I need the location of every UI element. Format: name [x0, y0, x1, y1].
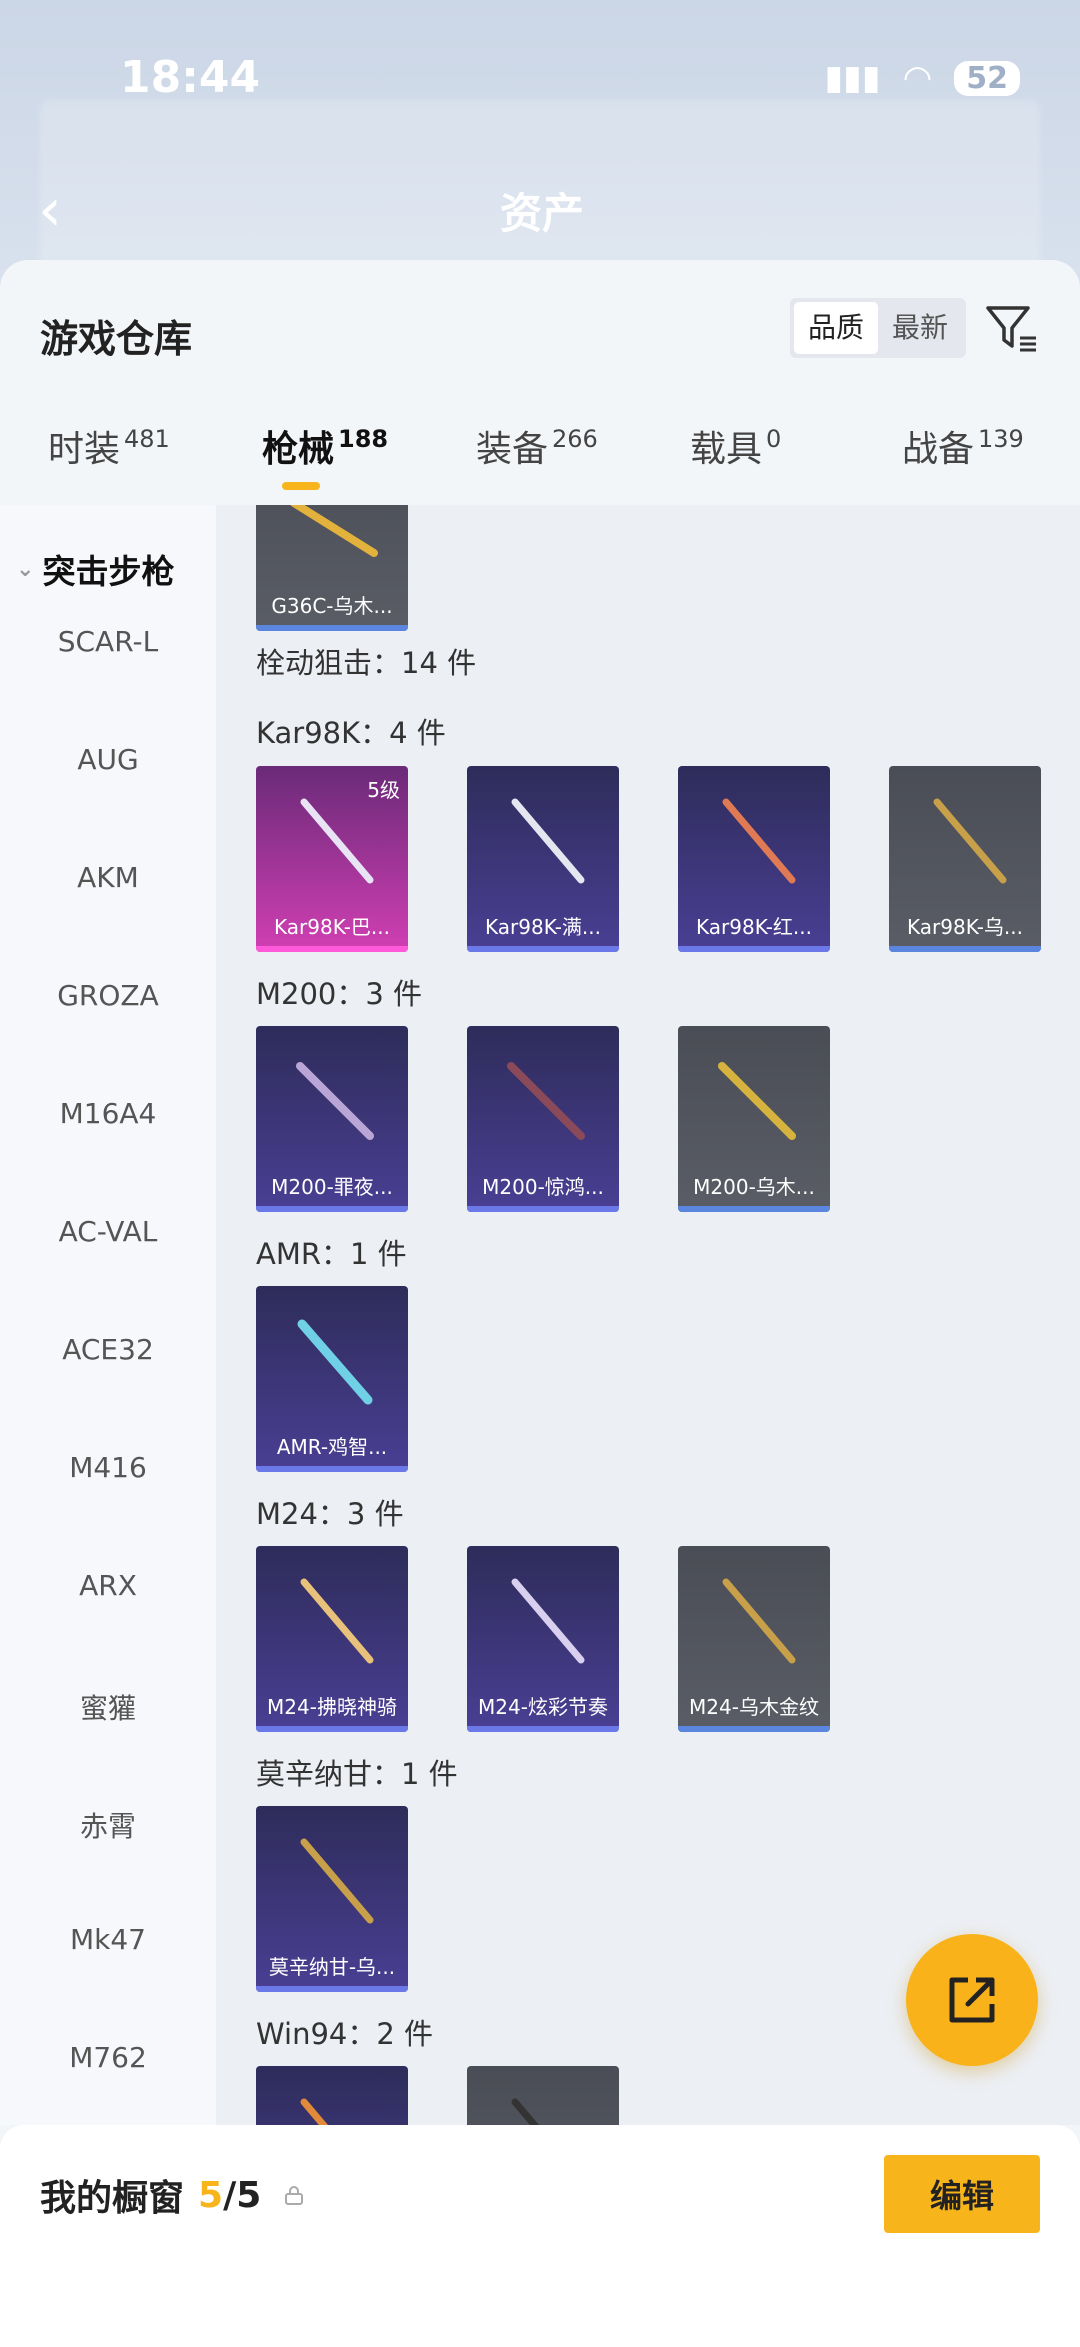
sniper-rifle-icon [296, 1062, 374, 1140]
external-link-icon [949, 1977, 995, 2023]
sniper-rifle-icon [722, 798, 796, 884]
weapon-grid: G36C-乌木... 栓动狙击：14 件 Kar98K：4 件 5级 Kar98… [216, 505, 1080, 2125]
background-header: 18:44 ▮▮▮ ◠ 52 ‹ 资产 [0, 0, 1080, 300]
weapon-card[interactable] [256, 2066, 408, 2125]
showcase-total-count: /5 [223, 2174, 262, 2216]
weapon-card[interactable]: M24-乌木金纹 [678, 1546, 830, 1732]
section-title: Kar98K：4 件 [256, 716, 446, 750]
back-arrow-icon[interactable]: ‹ [38, 175, 62, 245]
edit-button[interactable]: 编辑 [884, 2155, 1040, 2233]
share-fab-button[interactable] [906, 1934, 1038, 2066]
showcase-label: 我的橱窗 5 /5 [40, 2169, 305, 2221]
sniper-rifle-icon [300, 1578, 374, 1664]
weapon-card[interactable]: G36C-乌木... [256, 505, 408, 631]
sort-toggle: 品质 最新 [790, 298, 967, 358]
wifi-icon: ◠ [902, 58, 933, 98]
weapon-card[interactable] [467, 2066, 619, 2125]
weapon-card[interactable]: AMR-鸡智... [256, 1286, 408, 1472]
tab-supplies[interactable]: 战备 139 [902, 420, 1024, 472]
sidebar-item[interactable]: Mk47 [0, 1923, 216, 1956]
weapon-card[interactable]: M24-炫彩节奏 [467, 1546, 619, 1732]
background-title: 资产 [500, 189, 585, 238]
status-icons: ▮▮▮ ◠ 52 [824, 58, 1020, 98]
showcase-title: 我的橱窗 [40, 2178, 185, 2219]
weapon-card[interactable]: 莫辛纳甘-乌... [256, 1806, 408, 1992]
sniper-rifle-icon [722, 1578, 796, 1664]
lock-icon [285, 2186, 304, 2205]
sidebar-item[interactable]: M16A4 [0, 1097, 216, 1130]
weapon-type-sidebar: ⌄ 突击步枪 SCAR-L AUG AKM GROZA M16A4 AC-VAL… [0, 505, 216, 2125]
sidebar-item[interactable]: 赤霄 [0, 1805, 216, 1845]
sheet-title: 游戏仓库 [40, 317, 193, 361]
tab-fashion[interactable]: 时装 481 [48, 420, 170, 472]
battery-icon: 52 [954, 60, 1020, 96]
sniper-rifle-icon [300, 798, 374, 884]
showcase-bar: 我的橱窗 5 /5 编辑 [0, 2125, 1080, 2347]
weapon-card[interactable]: 5级 Kar98K-巴... [256, 766, 408, 952]
filter-icon[interactable] [984, 300, 1040, 356]
tab-equipment[interactable]: 装备 266 [476, 420, 598, 472]
tab-guns[interactable]: 枪械 188 [262, 420, 388, 472]
rifle-icon [300, 2098, 329, 2125]
active-tab-indicator [282, 482, 320, 490]
signal-icon: ▮▮▮ [824, 58, 881, 98]
sniper-rifle-icon [300, 1838, 374, 1924]
sidebar-item[interactable]: M416 [0, 1451, 216, 1484]
weapon-card[interactable]: M200-乌木... [678, 1026, 830, 1212]
sidebar-item[interactable]: AUG [0, 743, 216, 776]
sidebar-item[interactable]: AC-VAL [0, 1215, 216, 1248]
tab-vehicles[interactable]: 载具 0 [690, 420, 781, 472]
sniper-rifle-icon [511, 1578, 585, 1664]
sniper-rifle-icon [507, 1062, 585, 1140]
showcase-current-count: 5 [198, 2174, 224, 2216]
sidebar-item[interactable]: GROZA [0, 979, 216, 1012]
rifle-icon [290, 505, 378, 557]
sort-newest-option[interactable]: 最新 [878, 302, 962, 354]
sidebar-item[interactable]: AKM [0, 861, 216, 894]
group-title: 栓动狙击：14 件 [256, 646, 477, 680]
rifle-icon [511, 2098, 540, 2125]
sidebar-item[interactable]: M762 [0, 2041, 216, 2074]
sidebar-item[interactable]: ACE32 [0, 1333, 216, 1366]
sniper-rifle-icon [511, 798, 585, 884]
section-title: 莫辛纳甘：1 件 [256, 1757, 458, 1791]
weapon-card[interactable]: Kar98K-乌... [889, 766, 1041, 952]
category-tabs: 时装 481 枪械 188 装备 266 载具 0 战备 139 [0, 420, 1080, 500]
weapon-card[interactable]: M24-拂晓神骑 [256, 1546, 408, 1732]
section-title: Win94：2 件 [256, 2017, 434, 2051]
weapon-card[interactable]: M200-惊鸿... [467, 1026, 619, 1212]
background-blur [0, 0, 1080, 300]
weapon-card[interactable]: M200-罪夜... [256, 1026, 408, 1212]
sidebar-item[interactable]: ARX [0, 1569, 216, 1602]
weapon-card[interactable]: Kar98K-满... [467, 766, 619, 952]
sort-quality-option[interactable]: 品质 [794, 302, 879, 354]
section-title: M24：3 件 [256, 1497, 404, 1531]
section-title: AMR：1 件 [256, 1237, 407, 1271]
sidebar-item[interactable]: SCAR-L [0, 625, 216, 658]
section-title: M200：3 件 [256, 977, 423, 1011]
status-time: 18:44 [120, 52, 261, 103]
sidebar-item[interactable]: 蜜獾 [0, 1687, 216, 1727]
sidebar-group-header[interactable]: ⌄ 突击步枪 [16, 545, 174, 593]
sniper-rifle-icon [933, 798, 1007, 884]
sidebar-group-label: 突击步枪 [42, 552, 175, 591]
weapon-card[interactable]: Kar98K-红... [678, 766, 830, 952]
sniper-rifle-icon [718, 1062, 796, 1140]
chevron-down-icon: ⌄ [16, 556, 35, 582]
sniper-rifle-icon [297, 1319, 373, 1405]
